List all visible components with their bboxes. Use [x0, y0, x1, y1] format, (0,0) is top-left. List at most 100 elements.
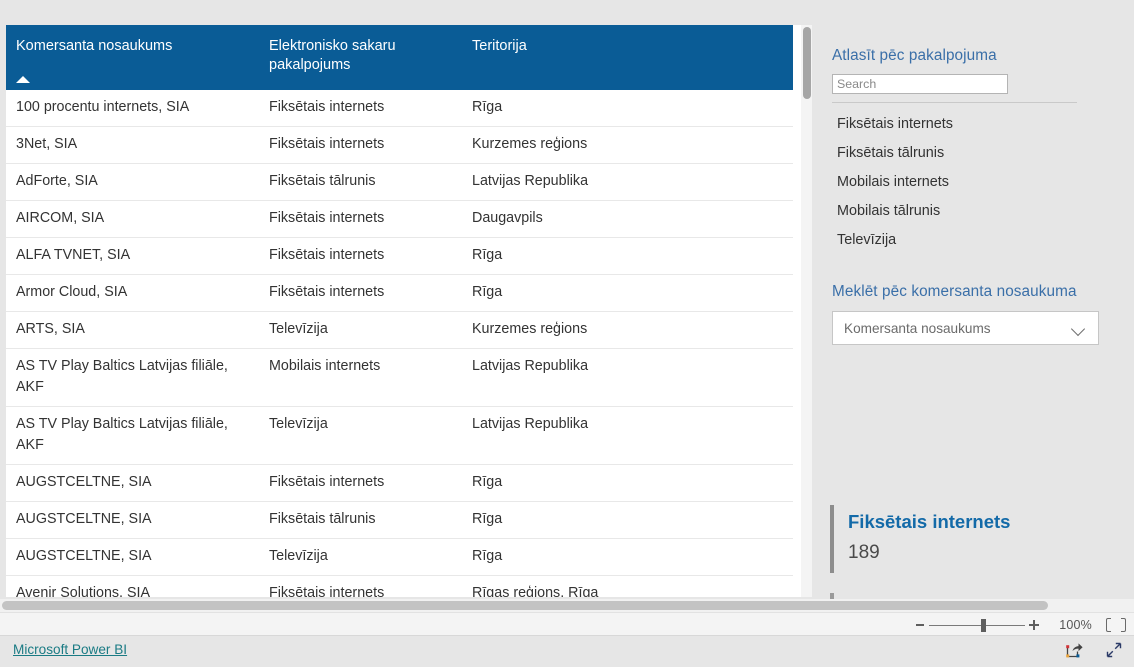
column-header-service-label: Elektronisko sakaru pakalpojums	[269, 38, 396, 73]
cell-merchant-name: 3Net, SIA	[6, 126, 259, 164]
table-body: 100 procentu internets, SIA Fiksētais int…	[6, 90, 793, 597]
table-row[interactable]: AS TV Play Baltics Latvijas filiāle, AKF…	[6, 406, 793, 465]
cell-merchant-name: AS TV Play Baltics Latvijas filiāle, AKF	[6, 406, 259, 465]
column-header-merchant-name-label: Komersanta nosaukums	[16, 38, 173, 54]
zoom-level-label: 100%	[1059, 618, 1092, 632]
slicer-service-item[interactable]: Fiksētais tālrunis	[820, 139, 1100, 168]
table-row[interactable]: AUGSTCELTNE, SIA Televīzija Rīga	[6, 538, 793, 576]
table-header-row: Komersanta nosaukums Elektronisko sakaru…	[6, 25, 793, 90]
page-horizontal-scrollbar-thumb[interactable]	[2, 601, 1048, 610]
table-row[interactable]: ALFA TVNET, SIA Fiksētais internets Rīga	[6, 237, 793, 275]
cell-service: Televīzija	[259, 406, 462, 465]
table-row[interactable]: AS TV Play Baltics Latvijas filiāle, AKF…	[6, 348, 793, 407]
cell-service: Fiksētais tālrunis	[259, 163, 462, 201]
slicer-service-item[interactable]: Mobilais tālrunis	[820, 197, 1100, 226]
slicer-service-item[interactable]: Fiksētais internets	[820, 110, 1100, 139]
cell-merchant-name: ARTS, SIA	[6, 311, 259, 349]
report-footer: Microsoft Power BI	[0, 636, 1134, 667]
cell-merchant-name: AUGSTCELTNE, SIA	[6, 538, 259, 576]
table-row[interactable]: Armor Cloud, SIA Fiksētais internets Rīga	[6, 274, 793, 312]
cell-merchant-name: ALFA TVNET, SIA	[6, 237, 259, 275]
column-header-territory[interactable]: Teritorija	[462, 25, 793, 90]
cell-merchant-name: 100 procentu internets, SIA	[6, 90, 259, 127]
card-title: Fiksētais internets	[848, 511, 1011, 532]
zoom-toolbar: 100%	[0, 612, 1134, 636]
table-row[interactable]: AdForte, SIA Fiksētais tālrunis Latvijas R…	[6, 163, 793, 201]
share-icon[interactable]	[1064, 640, 1084, 660]
cell-service: Fiksētais internets	[259, 274, 462, 312]
slicer-service-title: Atlasīt pēc pakalpojuma	[832, 47, 997, 64]
zoom-slider-thumb[interactable]	[981, 619, 987, 632]
zoom-in-icon[interactable]	[1025, 613, 1043, 637]
slicer-service-item[interactable]: Mobilais internets	[820, 168, 1100, 197]
cell-service: Fiksētais internets	[259, 200, 462, 238]
slicer-service-item[interactable]: Televīzija	[820, 226, 1100, 255]
table-vertical-scrollbar-thumb[interactable]	[803, 27, 811, 99]
cell-territory: Rīga	[462, 90, 793, 127]
cell-territory: Latvijas Republika	[462, 348, 793, 407]
cell-territory: Latvijas Republika	[462, 163, 793, 201]
merchants-table: Komersanta nosaukums Elektronisko sakaru…	[6, 25, 793, 597]
cell-service: Televīzija	[259, 538, 462, 576]
fullscreen-icon[interactable]	[1104, 640, 1124, 660]
zoom-controls: 100%	[911, 613, 1126, 637]
table-row[interactable]: AIRCOM, SIA Fiksētais internets Daugavpils	[6, 200, 793, 238]
power-bi-report-viewer: Komersanta nosaukums Elektronisko sakaru…	[0, 0, 1134, 667]
cell-territory: Rīgas reģions, Rīga	[462, 575, 793, 597]
slicer-merchant: Meklēt pēc komersanta nosaukuma Komersan…	[820, 283, 1110, 345]
cell-territory: Rīga	[462, 538, 793, 576]
cell-territory: Rīga	[462, 464, 793, 502]
filters-panel: Atlasīt pēc pakalpojuma Fiksētais intern…	[820, 25, 1116, 607]
cell-merchant-name: AdForte, SIA	[6, 163, 259, 201]
cell-service: Fiksētais internets	[259, 126, 462, 164]
slicer-service-search-input[interactable]	[832, 74, 1008, 94]
table-vertical-scrollbar[interactable]	[801, 25, 812, 597]
table-row[interactable]: 3Net, SIA Fiksētais internets Kurzemes reģ…	[6, 126, 793, 164]
cell-territory: Daugavpils	[462, 200, 793, 238]
cell-merchant-name: AUGSTCELTNE, SIA	[6, 501, 259, 539]
cell-territory: Latvijas Republika	[462, 406, 793, 465]
cell-service: Fiksētais internets	[259, 464, 462, 502]
cell-service: Fiksētais internets	[259, 575, 462, 597]
table-row[interactable]: ARTS, SIA Televīzija Kurzemes reģions	[6, 311, 793, 349]
cell-merchant-name: AUGSTCELTNE, SIA	[6, 464, 259, 502]
page-horizontal-scrollbar[interactable]	[0, 599, 1134, 612]
card-value: 189	[848, 542, 880, 563]
cell-service: Televīzija	[259, 311, 462, 349]
table-row[interactable]: AUGSTCELTNE, SIA Fiksētais tālrunis Rīga	[6, 501, 793, 539]
table-row[interactable]: AUGSTCELTNE, SIA Fiksētais internets Rīga	[6, 464, 793, 502]
card-accent-bar	[830, 505, 834, 573]
table-row[interactable]: 100 procentu internets, SIA Fiksētais int…	[6, 90, 793, 127]
column-header-territory-label: Teritorija	[472, 38, 527, 54]
cell-territory: Kurzemes reģions	[462, 311, 793, 349]
slicer-merchant-title: Meklēt pēc komersanta nosaukuma	[832, 283, 1077, 300]
table-row[interactable]: Avenir Solutions, SIA Fiksētais internets…	[6, 575, 793, 597]
merchants-table-visual[interactable]: Komersanta nosaukums Elektronisko sakaru…	[6, 25, 806, 597]
cell-service: Fiksētais internets	[259, 90, 462, 127]
zoom-slider[interactable]	[929, 613, 1026, 637]
column-header-service[interactable]: Elektronisko sakaru pakalpojums	[259, 25, 462, 90]
cell-service: Fiksētais tālrunis	[259, 501, 462, 539]
slicer-service: Atlasīt pēc pakalpojuma Fiksētais intern…	[820, 47, 1100, 255]
fit-to-page-icon[interactable]	[1106, 617, 1126, 633]
microsoft-power-bi-link[interactable]: Microsoft Power BI	[13, 642, 127, 657]
merchant-name-dropdown-value: Komersanta nosaukums	[844, 320, 991, 336]
chevron-down-icon	[1072, 322, 1085, 335]
cell-territory: Rīga	[462, 274, 793, 312]
merchant-name-dropdown[interactable]: Komersanta nosaukums	[832, 311, 1099, 345]
report-canvas: Komersanta nosaukums Elektronisko sakaru…	[0, 0, 1134, 628]
zoom-out-icon[interactable]	[911, 613, 929, 637]
slicer-service-divider	[832, 102, 1077, 103]
cell-merchant-name: AS TV Play Baltics Latvijas filiāle, AKF	[6, 348, 259, 407]
column-header-merchant-name[interactable]: Komersanta nosaukums	[6, 25, 259, 90]
sort-ascending-icon	[16, 76, 30, 83]
cell-service: Fiksētais internets	[259, 237, 462, 275]
cell-merchant-name: AIRCOM, SIA	[6, 200, 259, 238]
cell-merchant-name: Avenir Solutions, SIA	[6, 575, 259, 597]
cell-territory: Kurzemes reģions	[462, 126, 793, 164]
cell-service: Mobilais internets	[259, 348, 462, 407]
table-header: Komersanta nosaukums Elektronisko sakaru…	[6, 25, 793, 90]
cell-merchant-name: Armor Cloud, SIA	[6, 274, 259, 312]
slicer-service-list: Fiksētais internets Fiksētais tālrunis Mob…	[820, 110, 1100, 255]
cell-territory: Rīga	[462, 501, 793, 539]
